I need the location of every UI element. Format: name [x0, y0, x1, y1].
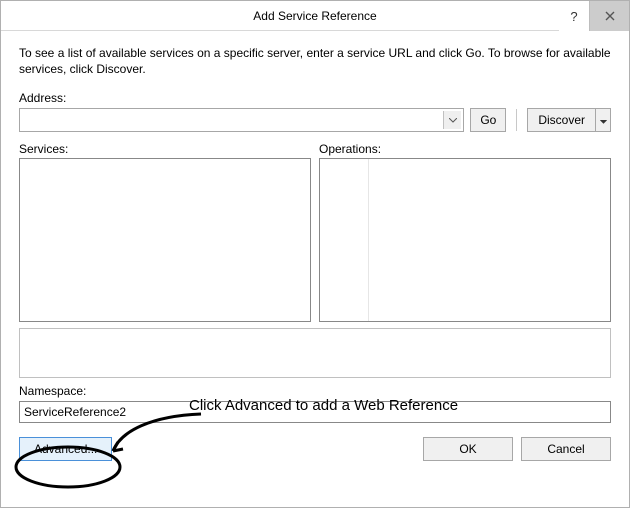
advanced-button[interactable]: Advanced... — [19, 437, 112, 461]
close-icon — [605, 9, 615, 24]
dialog-content: To see a list of available services on a… — [1, 31, 629, 461]
operations-column: Operations: — [319, 142, 611, 322]
discover-split-button: Discover — [527, 108, 611, 132]
status-panel — [19, 328, 611, 378]
services-column: Services: — [19, 142, 311, 322]
services-listbox[interactable] — [19, 158, 311, 322]
close-button[interactable] — [589, 1, 629, 31]
help-button[interactable]: ? — [559, 1, 589, 31]
discover-dropdown-button[interactable] — [595, 108, 611, 132]
operations-listbox[interactable] — [319, 158, 611, 322]
titlebar: Add Service Reference ? — [1, 1, 629, 31]
namespace-block: Namespace: — [19, 384, 611, 423]
chevron-down-icon — [443, 111, 461, 129]
bottom-button-row: Advanced... OK Cancel — [19, 437, 611, 461]
address-row: Go Discover — [19, 108, 611, 132]
services-label: Services: — [19, 142, 311, 156]
chevron-down-icon — [600, 113, 607, 127]
separator — [516, 109, 517, 131]
lists-row: Services: Operations: — [19, 142, 611, 322]
address-combobox[interactable] — [19, 108, 464, 132]
title-controls: ? — [559, 1, 629, 31]
namespace-label: Namespace: — [19, 384, 611, 398]
namespace-input[interactable] — [19, 401, 611, 423]
operations-label: Operations: — [319, 142, 611, 156]
dialog-title: Add Service Reference — [1, 9, 629, 23]
cancel-button[interactable]: Cancel — [521, 437, 611, 461]
go-button[interactable]: Go — [470, 108, 506, 132]
address-label: Address: — [19, 91, 611, 105]
ok-button[interactable]: OK — [423, 437, 513, 461]
instructions-text: To see a list of available services on a… — [19, 45, 611, 77]
dialog-window: Add Service Reference ? To see a list of… — [0, 0, 630, 508]
discover-button[interactable]: Discover — [527, 108, 595, 132]
